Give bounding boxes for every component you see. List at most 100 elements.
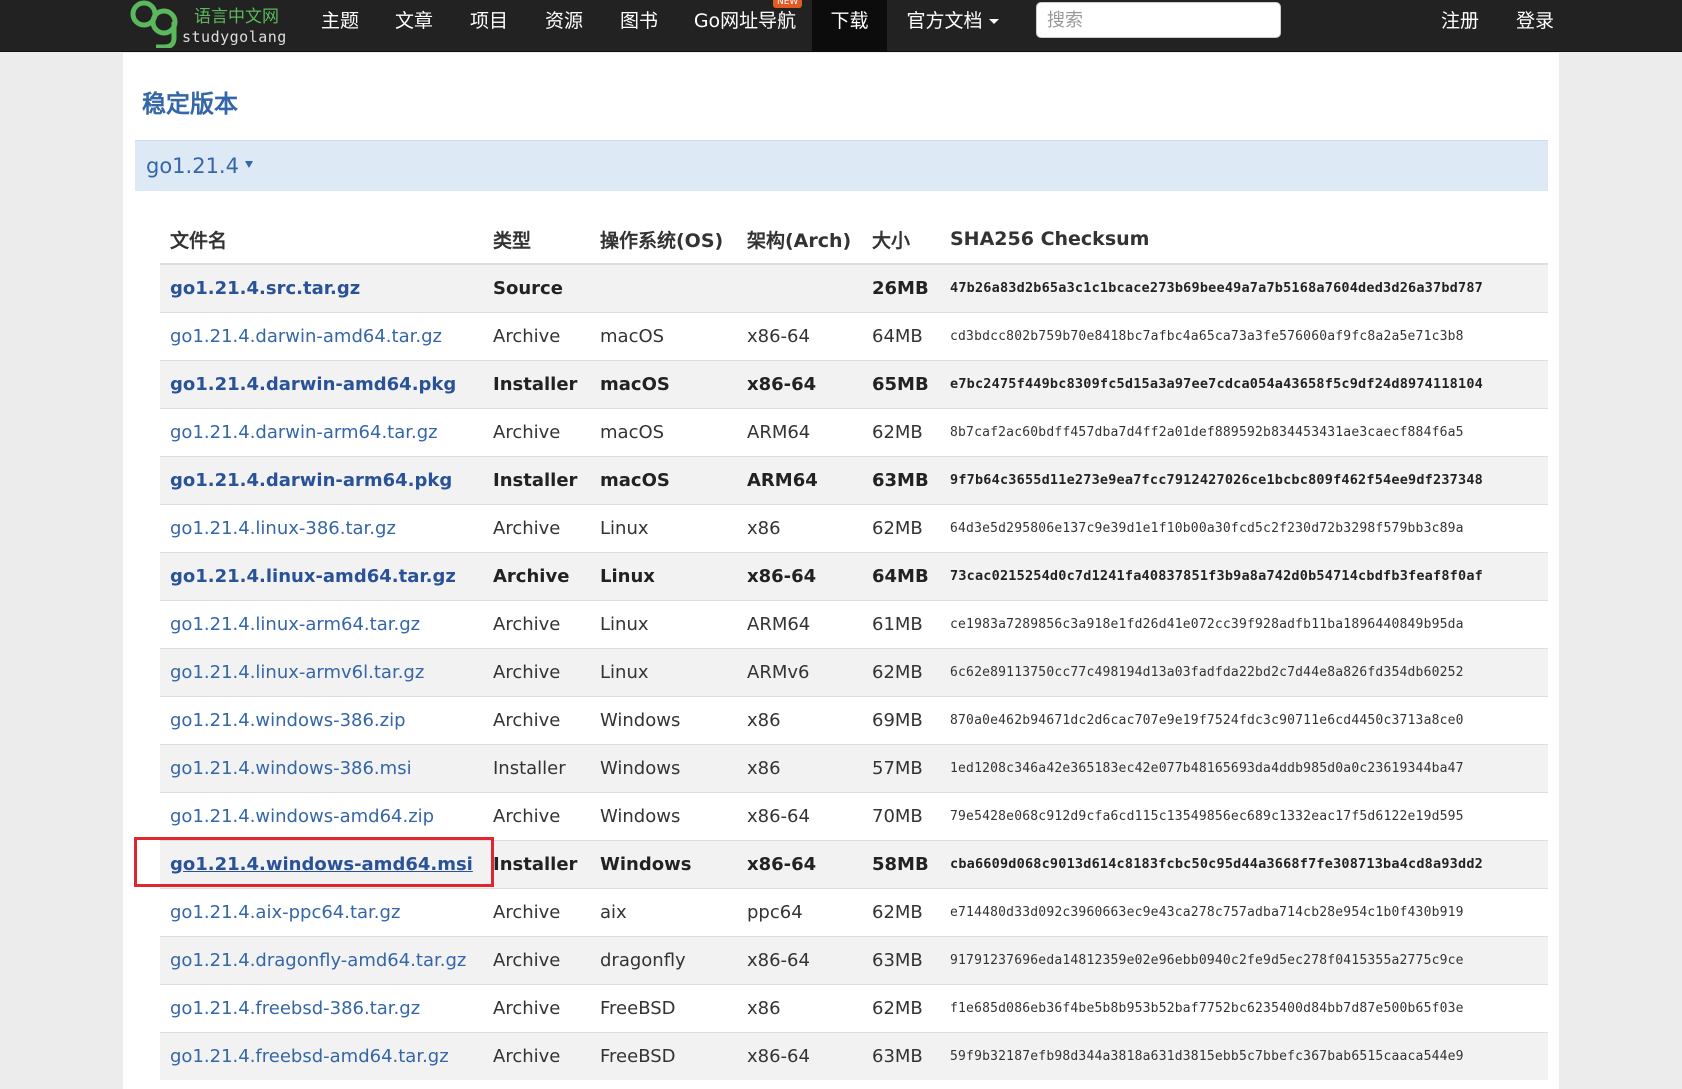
cell-arch: x86 — [737, 743, 862, 792]
download-link[interactable]: go1.21.4.freebsd-amd64.tar.gz — [160, 1031, 483, 1080]
version-toggle[interactable]: go1.21.4 — [135, 140, 1548, 191]
cell-kind: Installer — [483, 455, 590, 504]
table-body: go1.21.4.src.tar.gz Source 26MB 47b26a83d2b… — [160, 263, 1548, 1080]
cell-kind: Source — [483, 263, 590, 312]
cell-kind: Archive — [483, 503, 590, 552]
cell-size: 70MB — [862, 791, 940, 840]
site-logo[interactable]: 语言中文网 studygolang — [130, 0, 290, 52]
download-link[interactable]: go1.21.4.freebsd-386.tar.gz — [160, 983, 483, 1032]
top-navbar: 语言中文网 studygolang 主题 文章 项目 资源 图书 Go网址导航 … — [0, 0, 1682, 52]
table-header-row: 文件名 类型 操作系统(OS) 架构(Arch) 大小 SHA256 Check… — [160, 215, 1548, 265]
search-input[interactable] — [1036, 2, 1281, 38]
download-link[interactable]: go1.21.4.aix-ppc64.tar.gz — [160, 887, 483, 936]
cell-kind: Archive — [483, 1031, 590, 1080]
cell-arch: ARM64 — [737, 599, 862, 648]
register-link[interactable]: 注册 — [1430, 0, 1490, 52]
cell-os: Linux — [590, 503, 737, 552]
download-link[interactable]: go1.21.4.dragonfly-amd64.tar.gz — [160, 935, 483, 984]
section-title: 稳定版本 — [142, 90, 238, 118]
cell-os: Linux — [590, 647, 737, 696]
download-link[interactable]: go1.21.4.linux-arm64.tar.gz — [160, 599, 483, 648]
cell-size: 57MB — [862, 743, 940, 792]
table-row: go1.21.4.aix-ppc64.tar.gz Archive aix ppc64… — [160, 887, 1548, 936]
version-label: go1.21.4 — [146, 154, 239, 178]
table-row: go1.21.4.freebsd-386.tar.gz Archive FreeBS… — [160, 983, 1548, 1032]
cell-size: 61MB — [862, 599, 940, 648]
nav-projects[interactable]: 项目 — [460, 0, 518, 52]
cell-os: Windows — [590, 743, 737, 792]
cell-checksum: 79e5428e068c912d9cfa6cd115c13549856ec689… — [940, 791, 1548, 840]
cell-size: 62MB — [862, 503, 940, 552]
cell-os: Windows — [590, 839, 737, 888]
table-row: go1.21.4.windows-amd64.zip Archive Windows… — [160, 791, 1548, 840]
login-link[interactable]: 登录 — [1505, 0, 1565, 52]
cell-checksum: e7bc2475f449bc8309fc5d15a3a97ee7cdca054a… — [940, 359, 1548, 408]
cell-os: Windows — [590, 695, 737, 744]
table-row: go1.21.4.windows-386.msi Installer Windows… — [160, 743, 1548, 792]
cell-arch: ARM64 — [737, 407, 862, 456]
table-row: go1.21.4.dragonfly-amd64.tar.gz Archive dr… — [160, 935, 1548, 984]
nav-go-directory[interactable]: Go网址导航 NEW — [685, 0, 805, 52]
cell-os: Windows — [590, 791, 737, 840]
cell-size: 58MB — [862, 839, 940, 888]
downloads-table: 文件名 类型 操作系统(OS) 架构(Arch) 大小 SHA256 Check… — [160, 215, 1548, 1080]
cell-kind: Installer — [483, 743, 590, 792]
nav-go-directory-label: Go网址导航 — [693, 10, 797, 32]
cell-os: aix — [590, 887, 737, 936]
cell-kind: Archive — [483, 983, 590, 1032]
cell-arch: ARMv6 — [737, 647, 862, 696]
download-link[interactable]: go1.21.4.linux-386.tar.gz — [160, 503, 483, 552]
download-link[interactable]: go1.21.4.linux-armv6l.tar.gz — [160, 647, 483, 696]
cell-kind: Archive — [483, 935, 590, 984]
gopher-logo-icon — [130, 0, 178, 48]
nav-articles[interactable]: 文章 — [385, 0, 443, 52]
cell-arch: ARM64 — [737, 455, 862, 504]
download-link[interactable]: go1.21.4.windows-386.zip — [160, 695, 483, 744]
table-row: go1.21.4.linux-arm64.tar.gz Archive Linux A… — [160, 599, 1548, 648]
cell-os: macOS — [590, 407, 737, 456]
table-row: go1.21.4.freebsd-amd64.tar.gz Archive Free… — [160, 1031, 1548, 1080]
nav-official-docs[interactable]: 官方文档 — [895, 0, 1010, 52]
download-link[interactable]: go1.21.4.windows-386.msi — [160, 743, 483, 792]
nav-official-docs-label: 官方文档 — [906, 10, 983, 32]
cell-kind: Archive — [483, 791, 590, 840]
download-link[interactable]: go1.21.4.darwin-amd64.pkg — [160, 359, 483, 408]
cell-size: 63MB — [862, 935, 940, 984]
nav-resources[interactable]: 资源 — [535, 0, 593, 52]
nav-topics[interactable]: 主题 — [311, 0, 369, 52]
cell-arch: x86-64 — [737, 935, 862, 984]
download-link[interactable]: go1.21.4.windows-amd64.zip — [160, 791, 483, 840]
cell-size: 64MB — [862, 551, 940, 600]
cell-size: 62MB — [862, 887, 940, 936]
cell-size: 62MB — [862, 647, 940, 696]
cell-kind: Archive — [483, 647, 590, 696]
cell-kind: Archive — [483, 599, 590, 648]
download-link[interactable]: go1.21.4.darwin-arm64.pkg — [160, 455, 483, 504]
cell-os: macOS — [590, 455, 737, 504]
download-link[interactable]: go1.21.4.src.tar.gz — [160, 263, 483, 312]
cell-size: 62MB — [862, 983, 940, 1032]
cell-checksum: 64d3e5d295806e137c9e39d1e1f10b00a30fcd5c… — [940, 503, 1548, 552]
cell-os: FreeBSD — [590, 1031, 737, 1080]
table-row: go1.21.4.windows-amd64.msi Installer Windo… — [160, 839, 1548, 888]
cell-arch: ppc64 — [737, 887, 862, 936]
header-arch: 架构(Arch) — [737, 215, 862, 265]
cell-size: 64MB — [862, 311, 940, 360]
table-row: go1.21.4.src.tar.gz Source 26MB 47b26a83d2b… — [160, 263, 1548, 312]
download-link[interactable]: go1.21.4.darwin-arm64.tar.gz — [160, 407, 483, 456]
nav-downloads[interactable]: 下载 — [812, 0, 887, 52]
cell-checksum: 870a0e462b94671dc2d6cac707e9e19f7524fdc3… — [940, 695, 1548, 744]
cell-arch: x86-64 — [737, 1031, 862, 1080]
cell-os: macOS — [590, 359, 737, 408]
cell-checksum: 1ed1208c346a42e365183ec42e077b48165693da… — [940, 743, 1548, 792]
download-link[interactable]: go1.21.4.linux-amd64.tar.gz — [160, 551, 483, 600]
cell-os — [590, 263, 737, 312]
cell-os: dragonfly — [590, 935, 737, 984]
download-link[interactable]: go1.21.4.windows-amd64.msi — [160, 839, 483, 888]
nav-books[interactable]: 图书 — [610, 0, 668, 52]
cell-arch: x86 — [737, 983, 862, 1032]
table-row: go1.21.4.windows-386.zip Archive Windows x8… — [160, 695, 1548, 744]
download-link[interactable]: go1.21.4.darwin-amd64.tar.gz — [160, 311, 483, 360]
cell-checksum: 47b26a83d2b65a3c1c1bcace273b69bee49a7a7b… — [940, 263, 1548, 312]
table-row: go1.21.4.darwin-amd64.pkg Installer macOS x… — [160, 359, 1548, 408]
